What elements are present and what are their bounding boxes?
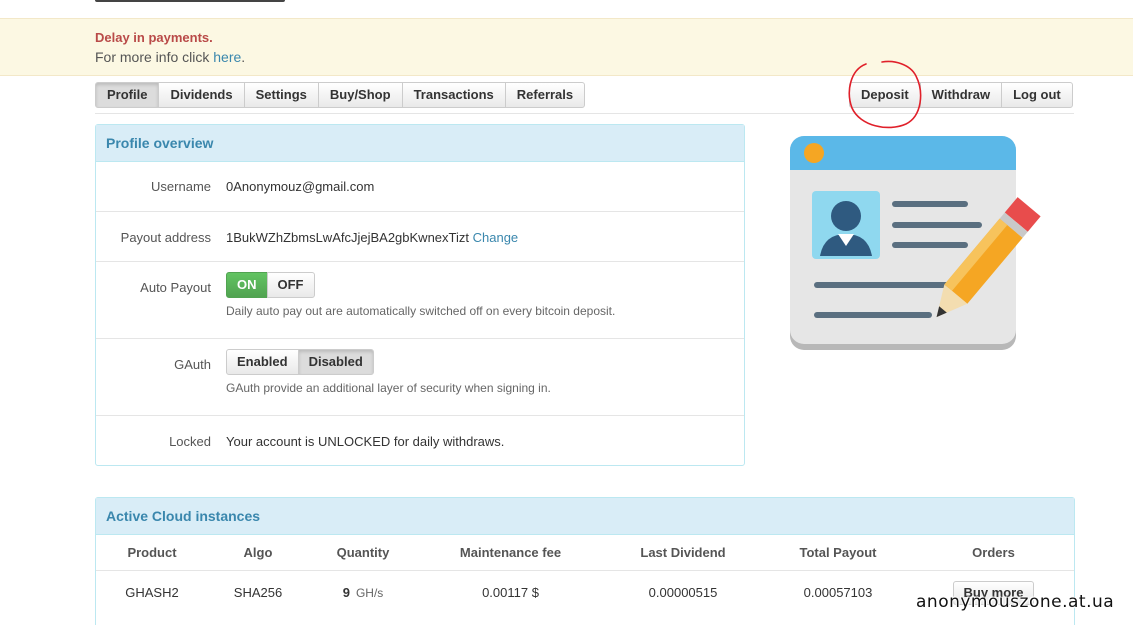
profile-overview-heading: Profile overview — [96, 125, 744, 162]
col-maintenance-fee: Maintenance fee — [418, 535, 603, 571]
gauth-row: GAuth Enabled Disabled GAuth provide an … — [96, 339, 744, 416]
tab-dividends[interactable]: Dividends — [158, 82, 245, 108]
auto-payout-on-button[interactable]: ON — [226, 272, 268, 298]
auto-payout-toggle: ON OFF — [226, 272, 315, 298]
alert-title: Delay in payments. — [95, 30, 213, 45]
username-row: Username 0Anonymouz@gmail.com — [96, 162, 744, 212]
main-nav: Profile Dividends Settings Buy/Shop Tran… — [95, 82, 586, 108]
username-label: Username — [151, 179, 211, 194]
username-value: 0Anonymouz@gmail.com — [226, 179, 375, 194]
tab-transactions[interactable]: Transactions — [401, 82, 506, 108]
alert-text-prefix: For more info click — [95, 49, 214, 65]
table-header-row: Product Algo Quantity Maintenance fee La… — [96, 535, 1074, 571]
col-algo: Algo — [208, 535, 308, 571]
gauth-disabled-button[interactable]: Disabled — [297, 349, 374, 375]
gauth-help: GAuth provide an additional layer of sec… — [226, 381, 551, 395]
page-title-fragment — [95, 0, 285, 2]
cell-maintenance-fee: 0.00117 $ — [482, 584, 539, 600]
cell-total-payout: 0.00057103 — [803, 584, 873, 600]
tab-referrals[interactable]: Referrals — [504, 82, 586, 108]
quantity-value: 9 — [342, 584, 350, 600]
col-quantity: Quantity — [308, 535, 418, 571]
col-orders: Orders — [913, 535, 1074, 571]
tab-settings[interactable]: Settings — [243, 82, 319, 108]
col-last-dividend: Last Dividend — [603, 535, 763, 571]
change-payout-link[interactable]: Change — [473, 230, 519, 245]
locked-status: Your account is UNLOCKED for daily withd… — [226, 434, 505, 449]
col-total-payout: Total Payout — [763, 535, 913, 571]
gauth-label: GAuth — [174, 357, 211, 372]
withdraw-button[interactable]: Withdraw — [919, 82, 1003, 108]
col-product: Product — [96, 535, 208, 571]
profile-card-pencil-icon — [790, 136, 1041, 350]
auto-payout-label: Auto Payout — [140, 280, 211, 295]
cell-last-dividend: 0.00000515 — [648, 584, 718, 600]
cell-quantity: 9 GH/s — [308, 570, 418, 614]
tab-profile[interactable]: Profile — [95, 82, 160, 108]
watermark: anonymouszone.at.ua — [916, 592, 1115, 612]
logout-button[interactable]: Log out — [1001, 82, 1073, 108]
payout-address-value: 1BukWZhZbmsLwAfcJjejBA2gbKwnexTizt Chang… — [226, 230, 518, 245]
auto-payout-off-button[interactable]: OFF — [266, 272, 315, 298]
gauth-toggle: Enabled Disabled — [226, 349, 374, 375]
account-nav: Deposit Withdraw Log out — [849, 82, 1073, 108]
quantity-unit: GH/s — [355, 585, 384, 600]
payout-address-text: 1BukWZhZbmsLwAfcJjejBA2gbKwnexTizt — [226, 230, 469, 245]
nav-divider — [95, 113, 1074, 114]
payout-address-label: Payout address — [120, 230, 211, 245]
page-title-strip — [0, 0, 1133, 18]
auto-payout-row: Auto Payout ON OFF Daily auto pay out ar… — [96, 262, 744, 339]
active-cloud-heading: Active Cloud instances — [96, 498, 1074, 535]
payout-address-row: Payout address 1BukWZhZbmsLwAfcJjejBA2gb… — [96, 212, 744, 262]
gauth-enabled-button[interactable]: Enabled — [226, 349, 299, 375]
locked-row: Locked Your account is UNLOCKED for dail… — [96, 416, 744, 465]
cell-algo: SHA256 — [233, 584, 283, 600]
profile-overview-panel: Profile overview Username 0Anonymouz@gma… — [95, 124, 745, 466]
alert-banner: Delay in payments. For more info click h… — [0, 18, 1133, 76]
alert-text-suffix: . — [241, 49, 246, 65]
cell-product: GHASH2 — [125, 584, 179, 600]
auto-payout-help: Daily auto pay out are automatically swi… — [226, 304, 616, 318]
alert-text: For more info click here. — [95, 49, 245, 65]
tab-buy-shop[interactable]: Buy/Shop — [317, 82, 403, 108]
deposit-button[interactable]: Deposit — [849, 82, 921, 108]
alert-more-info-link[interactable]: here — [213, 49, 241, 65]
locked-label: Locked — [169, 434, 211, 449]
